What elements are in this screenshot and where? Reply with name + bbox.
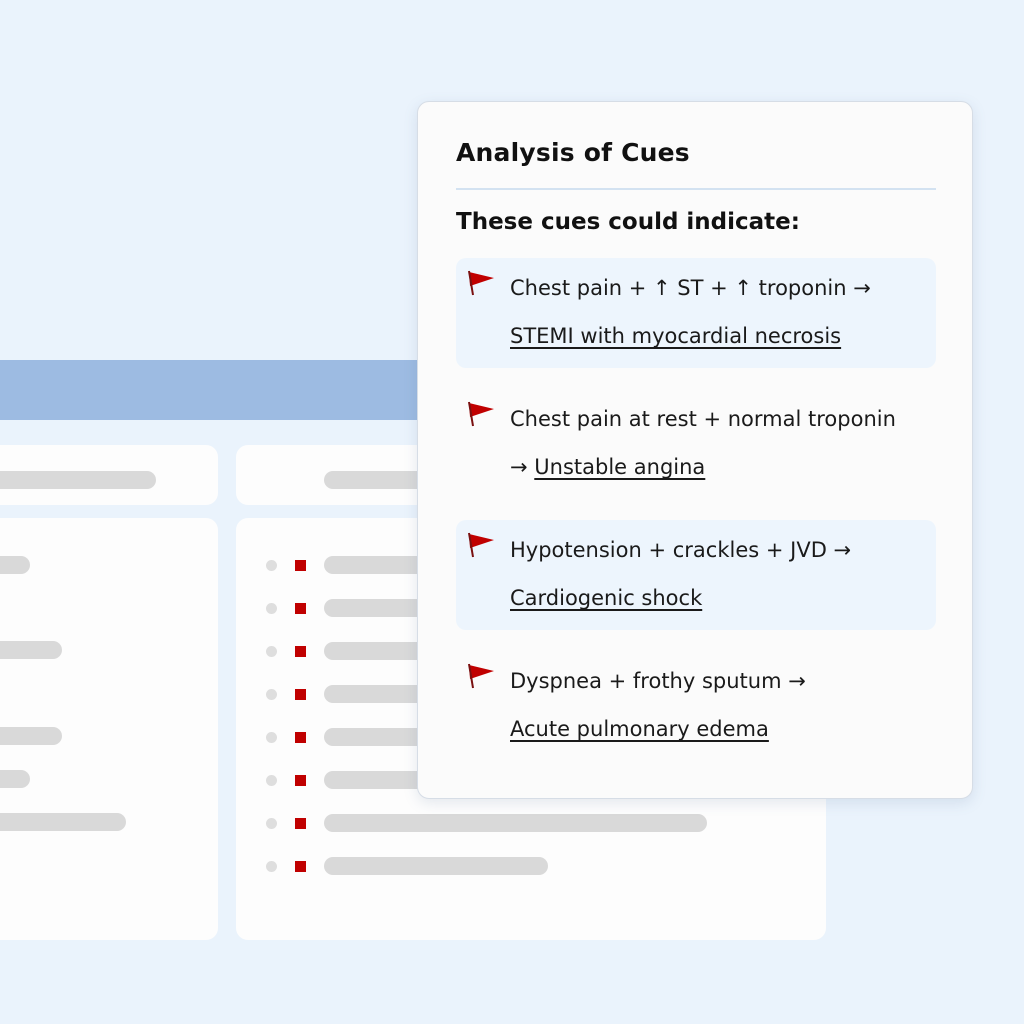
background-card-top-right xyxy=(236,445,436,505)
red-flag-icon xyxy=(468,663,494,689)
placeholder-text-bar xyxy=(324,814,707,832)
cue-item: Chest pain + ↑ ST + ↑ troponin → STEMI w… xyxy=(456,258,936,368)
bullet-dot xyxy=(266,732,277,743)
diagnosis-link[interactable]: Cardiogenic shock xyxy=(510,586,702,610)
placeholder-text-bar xyxy=(0,770,30,788)
red-marker-icon xyxy=(295,818,306,829)
cue-item: Hypotension + crackles + JVD → Cardiogen… xyxy=(456,520,936,630)
diagnosis-link[interactable]: Acute pulmonary edema xyxy=(510,717,769,741)
panel-title: Analysis of Cues xyxy=(456,138,690,167)
bullet-dot xyxy=(266,646,277,657)
red-marker-icon xyxy=(295,732,306,743)
bullet-dot xyxy=(266,861,277,872)
red-marker-icon xyxy=(295,603,306,614)
red-flag-icon xyxy=(468,401,494,427)
red-marker-icon xyxy=(295,560,306,571)
bullet-dot xyxy=(266,818,277,829)
bullet-dot xyxy=(266,603,277,614)
placeholder-text-bar xyxy=(0,471,156,489)
diagnosis-link[interactable]: STEMI with myocardial necrosis xyxy=(510,324,841,348)
placeholder-text-bar xyxy=(0,727,62,745)
background-card-left xyxy=(0,518,218,940)
bullet-dot xyxy=(266,775,277,786)
panel-subtitle: These cues could indicate: xyxy=(456,209,800,235)
diagnosis-link[interactable]: Unstable angina xyxy=(534,455,705,479)
bullet-dot xyxy=(266,560,277,571)
cue-text: Hypotension + crackles + JVD → xyxy=(510,538,852,562)
red-flag-icon xyxy=(468,270,494,296)
placeholder-text-bar xyxy=(324,857,548,875)
background-card-top-left xyxy=(0,445,218,505)
placeholder-text-bar xyxy=(0,641,62,659)
red-marker-icon xyxy=(295,689,306,700)
divider xyxy=(456,188,936,190)
red-flag-icon xyxy=(468,532,494,558)
red-marker-icon xyxy=(295,646,306,657)
cue-item: Chest pain at rest + normal troponin → U… xyxy=(456,389,936,499)
arrow-prefix: → xyxy=(510,455,535,479)
placeholder-text-bar xyxy=(0,556,30,574)
cue-text: Dyspnea + frothy sputum → xyxy=(510,669,806,693)
bullet-dot xyxy=(266,689,277,700)
red-marker-icon xyxy=(295,775,306,786)
cue-text: Chest pain + ↑ ST + ↑ troponin → xyxy=(510,276,871,300)
placeholder-text-bar xyxy=(0,813,126,831)
analysis-of-cues-panel: Analysis of Cues These cues could indica… xyxy=(417,101,973,799)
red-marker-icon xyxy=(295,861,306,872)
cue-text: Chest pain at rest + normal troponin xyxy=(510,407,896,431)
cue-item: Dyspnea + frothy sputum → Acute pulmonar… xyxy=(456,651,936,761)
